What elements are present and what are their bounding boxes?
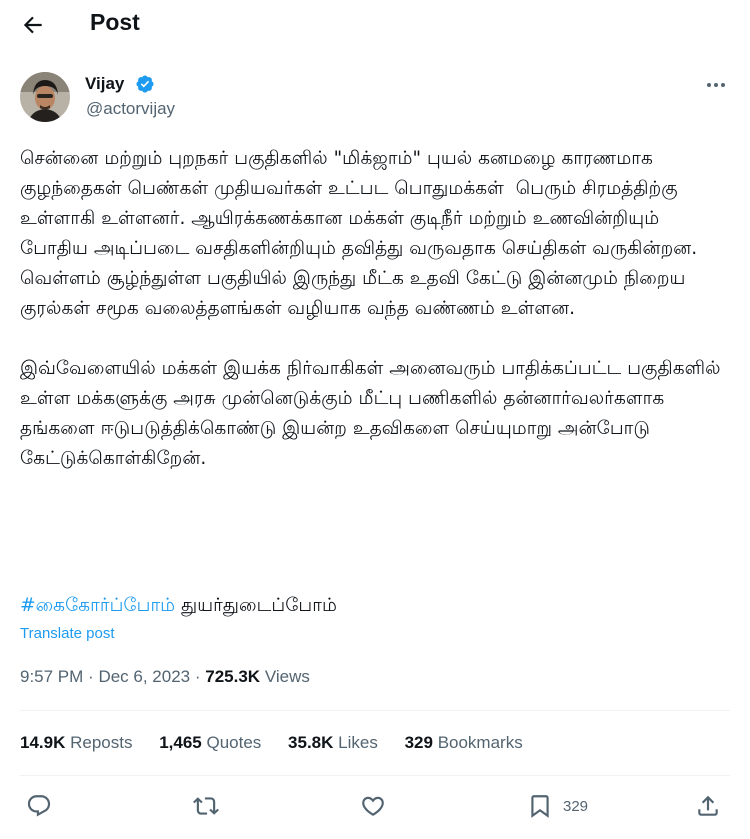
share-button[interactable]	[695, 791, 721, 821]
header: Post	[0, 0, 750, 50]
bookmark-count: 329	[563, 797, 589, 815]
back-arrow-icon	[23, 16, 42, 34]
hashtag-suffix: துயர்துடைப்போம்	[175, 595, 337, 616]
author-name[interactable]: Vijay	[85, 74, 124, 94]
tweet-text: சென்னை மற்றும் புறநகர் பகுதிகளில் "மிக்ஜ…	[20, 144, 732, 474]
back-button[interactable]	[20, 12, 46, 38]
hashtag-link[interactable]: #கைகோர்ப்போம்	[20, 595, 175, 616]
bookmark-button[interactable]: 329	[527, 791, 588, 821]
bookmark-icon	[531, 795, 549, 818]
views-label: Views	[264, 667, 310, 686]
page-title: Post	[90, 9, 140, 35]
like-button[interactable]	[360, 791, 386, 821]
repost-button[interactable]	[193, 791, 219, 821]
bookmarks-stat[interactable]: 329 Bookmarks	[405, 733, 523, 753]
avatar[interactable]	[20, 72, 70, 122]
translate-post-link[interactable]: Translate post	[20, 625, 115, 642]
post-date[interactable]: Dec 6, 2023	[98, 667, 190, 686]
more-icon	[707, 83, 725, 87]
verified-badge-icon	[135, 74, 155, 94]
views-count: 725.3K	[205, 667, 261, 686]
post-time[interactable]: 9:57 PM	[20, 667, 83, 686]
avatar-image	[20, 72, 70, 122]
reply-icon	[27, 795, 51, 817]
share-icon	[698, 795, 718, 816]
likes-stat[interactable]: 35.8K Likes	[288, 733, 378, 753]
tweet-paragraph-2: இவ்வேளையில் மக்கள் இயக்க நிர்வாகிகள் அனை…	[20, 358, 727, 469]
divider	[20, 775, 730, 776]
reposts-stat[interactable]: 14.9K Reposts	[20, 733, 132, 753]
quotes-stat[interactable]: 1,465 Quotes	[159, 733, 261, 753]
divider	[20, 710, 730, 711]
hashtag-line: #கைகோர்ப்போம் துயர்துடைப்போம்	[20, 591, 337, 621]
post-meta: 9:57 PM · Dec 6, 2023 · 725.3K Views	[20, 667, 310, 686]
tweet-paragraph-1: சென்னை மற்றும் புறநகர் பகுதிகளில் "மிக்ஜ…	[20, 148, 704, 319]
engagement-stats: 14.9K Reposts 1,465 Quotes 35.8K Likes 3…	[20, 733, 545, 753]
like-icon	[362, 796, 384, 816]
author-handle[interactable]: @actorvijay	[86, 99, 175, 119]
reply-button[interactable]	[26, 791, 52, 821]
more-button[interactable]	[703, 74, 729, 96]
repost-icon	[193, 797, 219, 815]
